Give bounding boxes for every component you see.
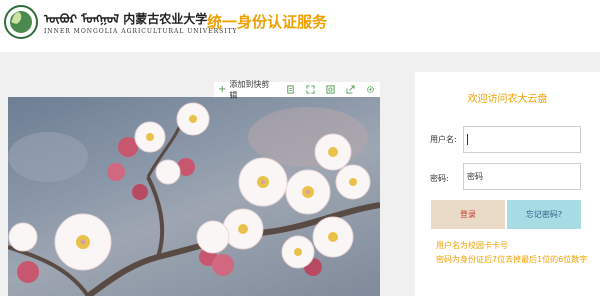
password-label: 密码:: [430, 174, 449, 183]
settings-icon[interactable]: [360, 82, 380, 97]
password-hint: 密码为身份证后7位去掉最后1位的6位数字: [436, 255, 588, 264]
password-input[interactable]: 密码: [463, 163, 581, 190]
apricot-blossom-illustration: [8, 102, 380, 296]
login-button[interactable]: 登录: [431, 200, 505, 229]
university-name: ᠦᠪᠦᠷ ᠮᠣᠩᠭᠣᠯ 内蒙古农业大学: [44, 12, 208, 26]
banner-image: [8, 97, 380, 296]
username-label: 用户名:: [430, 135, 457, 144]
welcome-text: 欢迎访问农大云盘: [467, 94, 548, 105]
university-logo: [4, 5, 38, 39]
share-icon[interactable]: [340, 82, 360, 97]
expand-icon[interactable]: [300, 82, 320, 97]
forgot-password-button[interactable]: 忘记密码?: [507, 200, 581, 229]
add-to-clip-button[interactable]: + 添加到快剪辑: [214, 80, 280, 100]
page-icon[interactable]: [280, 82, 300, 97]
image-toolbar: + 添加到快剪辑: [214, 80, 380, 100]
login-panel: 欢迎访问农大云盘 用户名: 密码: 密码 登录 忘记密码? 用户名为校园卡卡号 …: [415, 72, 600, 296]
text-caret: [467, 134, 468, 145]
plus-icon: +: [218, 83, 227, 95]
add-to-clip-label: 添加到快剪辑: [229, 79, 270, 100]
page-header: ᠦᠪᠦᠷ ᠮᠣᠩᠭᠣᠯ 内蒙古农业大学 INNER MONGOLIA AGRIC…: [0, 0, 600, 48]
username-input[interactable]: [463, 126, 581, 153]
system-title: 统一身份认证服务: [207, 13, 328, 31]
screenshot-icon[interactable]: [320, 82, 340, 97]
username-hint: 用户名为校园卡卡号: [436, 241, 508, 250]
